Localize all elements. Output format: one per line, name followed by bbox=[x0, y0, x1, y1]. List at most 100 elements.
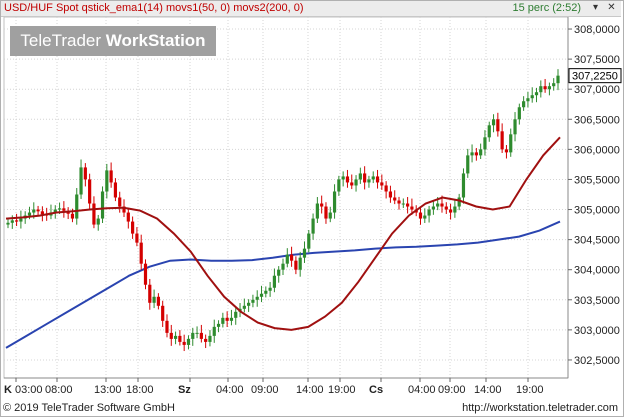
candle-body bbox=[547, 86, 552, 90]
candle-body bbox=[423, 215, 427, 219]
last-value-label: 307,2250 bbox=[572, 71, 618, 83]
y-tick-label: 307,5000 bbox=[574, 54, 620, 66]
candle-body bbox=[491, 119, 496, 126]
candle-body bbox=[534, 92, 539, 96]
watermark-part1: TeleTrader bbox=[20, 31, 106, 50]
chart-header: USD/HUF Spot qstick_ema1(14) movs1(50, 0… bbox=[1, 1, 621, 17]
x-tick-label: 19:00 bbox=[328, 384, 356, 396]
candle-body bbox=[358, 173, 362, 180]
candle-body bbox=[552, 83, 556, 87]
candle-body bbox=[143, 263, 148, 285]
candle-body bbox=[173, 335, 178, 339]
candle-body bbox=[410, 206, 414, 210]
candle-body bbox=[474, 152, 478, 156]
x-tick-label: 09:00 bbox=[438, 384, 466, 396]
candle-body bbox=[384, 185, 388, 192]
candle-body bbox=[126, 212, 130, 222]
candle-body bbox=[453, 206, 457, 213]
candle-body bbox=[75, 194, 79, 219]
candle-body bbox=[216, 323, 221, 327]
candle-body bbox=[225, 317, 229, 321]
candle-body bbox=[57, 208, 62, 210]
candle-body bbox=[199, 332, 203, 339]
candle-body bbox=[10, 220, 14, 223]
candle-body bbox=[212, 326, 216, 336]
candle-body bbox=[388, 191, 393, 198]
candle-body bbox=[320, 203, 324, 207]
candle-body bbox=[208, 335, 212, 342]
candle-body bbox=[14, 220, 19, 222]
candle-body bbox=[182, 341, 186, 345]
candle-body bbox=[496, 119, 500, 132]
candle-body bbox=[19, 218, 23, 222]
candle-body bbox=[272, 275, 277, 288]
candle-body bbox=[401, 203, 405, 205]
x-tick-label: 09:00 bbox=[251, 384, 279, 396]
candle-body bbox=[479, 149, 483, 156]
candle-body bbox=[504, 149, 509, 153]
x-tick-label: 18:00 bbox=[126, 384, 154, 396]
candle-body bbox=[461, 173, 466, 198]
teletrader-watermark: TeleTrader WorkStation bbox=[10, 26, 216, 56]
candle-body bbox=[234, 311, 238, 318]
candle-body bbox=[367, 179, 371, 183]
y-tick-label: 306,0000 bbox=[574, 144, 620, 156]
candle-body bbox=[543, 86, 547, 90]
candle-body bbox=[289, 254, 294, 261]
candle-body bbox=[436, 203, 440, 207]
candle-body bbox=[105, 170, 109, 192]
candle-body bbox=[448, 209, 453, 213]
candle-body bbox=[139, 242, 143, 264]
y-tick-label: 302,5000 bbox=[574, 355, 620, 367]
candle-body bbox=[341, 176, 345, 180]
chart-title: USD/HUF Spot qstick_ema1(14) movs1(50, 0… bbox=[4, 2, 304, 14]
last-value-marker: 307,2250 bbox=[568, 68, 622, 84]
x-axis: K 03:00 08:00 13:00 18:00 Sz 04:00 09:00 14:00 1… bbox=[4, 377, 568, 396]
candle-body bbox=[294, 260, 298, 270]
candle-body bbox=[418, 212, 423, 219]
candle-body bbox=[135, 233, 139, 243]
candle-body bbox=[242, 305, 246, 309]
candle-body bbox=[483, 137, 487, 150]
candle-body bbox=[315, 203, 319, 219]
price-chart[interactable]: 302,5000 303,0000 303,5000 304,0000 304,5000… bbox=[0, 0, 624, 417]
close-button[interactable]: ✕ bbox=[605, 2, 618, 14]
x-tick-label: 13:00 bbox=[94, 384, 122, 396]
x-tick-label: 04:00 bbox=[216, 384, 244, 396]
x-tick-label: 14:00 bbox=[474, 384, 502, 396]
candle-body bbox=[363, 173, 367, 183]
candle-body bbox=[32, 209, 36, 213]
y-tick-label: 305,0000 bbox=[574, 205, 620, 217]
candle-body bbox=[109, 170, 113, 183]
candle-body bbox=[337, 179, 341, 192]
candle-body bbox=[427, 209, 431, 216]
candle-body bbox=[397, 200, 401, 204]
candle-body bbox=[178, 335, 182, 342]
website-link[interactable]: http://workstation.teletrader.com bbox=[462, 401, 618, 415]
candle-body bbox=[332, 191, 337, 213]
candle-body bbox=[307, 233, 311, 249]
x-tick-label: K 03:00 bbox=[4, 384, 43, 396]
candle-body bbox=[466, 155, 470, 174]
y-tick-label: 304,5000 bbox=[574, 235, 620, 247]
candle-body bbox=[264, 290, 268, 294]
candle-body bbox=[259, 293, 264, 297]
candle-body bbox=[345, 176, 350, 183]
footer: © 2019 TeleTrader Software GmbH http://w… bbox=[0, 401, 622, 415]
candle-body bbox=[255, 296, 259, 300]
candle-body bbox=[500, 131, 504, 150]
candle-body bbox=[522, 101, 526, 108]
y-tick-label: 307,0000 bbox=[574, 84, 620, 96]
candle-body bbox=[530, 95, 534, 99]
candle-body bbox=[517, 107, 521, 120]
candle-body bbox=[6, 222, 10, 225]
candle-body bbox=[281, 263, 285, 270]
candle-body bbox=[444, 206, 448, 210]
minimize-button[interactable]: ▾ bbox=[589, 2, 602, 14]
y-tick-label: 303,5000 bbox=[574, 295, 620, 307]
x-tick-label: 14:00 bbox=[296, 384, 324, 396]
candle-body bbox=[148, 284, 152, 303]
interval-status: 15 perc (2:52) bbox=[512, 2, 581, 14]
candle-body bbox=[156, 296, 160, 306]
copyright-text: © 2019 TeleTrader Software GmbH bbox=[3, 402, 175, 414]
